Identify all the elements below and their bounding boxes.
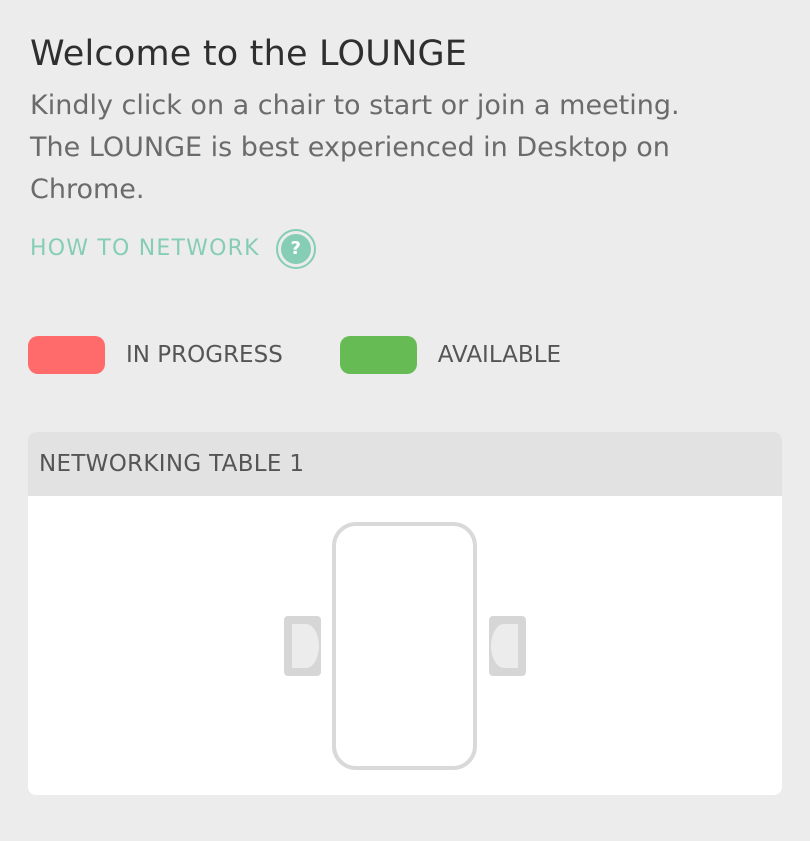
page-subtitle: Kindly click on a chair to start or join… xyxy=(30,85,730,211)
legend-label-available: AVAILABLE xyxy=(437,342,562,368)
page-title: Welcome to the LOUNGE xyxy=(30,34,468,74)
status-legend: IN PROGRESS AVAILABLE xyxy=(28,336,561,374)
subtitle-line: Chrome. xyxy=(30,174,145,205)
chair-left[interactable] xyxy=(284,616,321,676)
lounge-page: Welcome to the LOUNGE Kindly click on a … xyxy=(0,0,810,841)
help-circle-icon[interactable]: ? xyxy=(275,229,316,269)
help-question-glyph: ? xyxy=(280,234,311,264)
networking-table-card: NETWORKING TABLE 1 xyxy=(28,432,782,795)
how-to-network-link[interactable]: HOW TO NETWORK ? xyxy=(30,229,316,269)
in-progress-swatch xyxy=(28,336,105,374)
subtitle-line: Kindly click on a chair to start or join… xyxy=(30,90,680,121)
chair-right-cushion xyxy=(491,624,518,668)
legend-label-in-progress: IN PROGRESS xyxy=(126,342,283,368)
networking-table-area xyxy=(28,496,782,795)
networking-table-title: NETWORKING TABLE 1 xyxy=(28,432,782,496)
legend-item-in-progress: IN PROGRESS xyxy=(28,336,283,374)
how-to-network-label: HOW TO NETWORK xyxy=(30,236,260,261)
table-diagram xyxy=(284,522,526,770)
available-swatch xyxy=(339,336,417,374)
legend-item-available: AVAILABLE xyxy=(339,336,562,374)
table-outline xyxy=(332,522,477,770)
subtitle-line: The LOUNGE is best experienced in Deskto… xyxy=(30,132,670,163)
chair-left-cushion xyxy=(292,624,319,668)
chair-right[interactable] xyxy=(489,616,526,676)
